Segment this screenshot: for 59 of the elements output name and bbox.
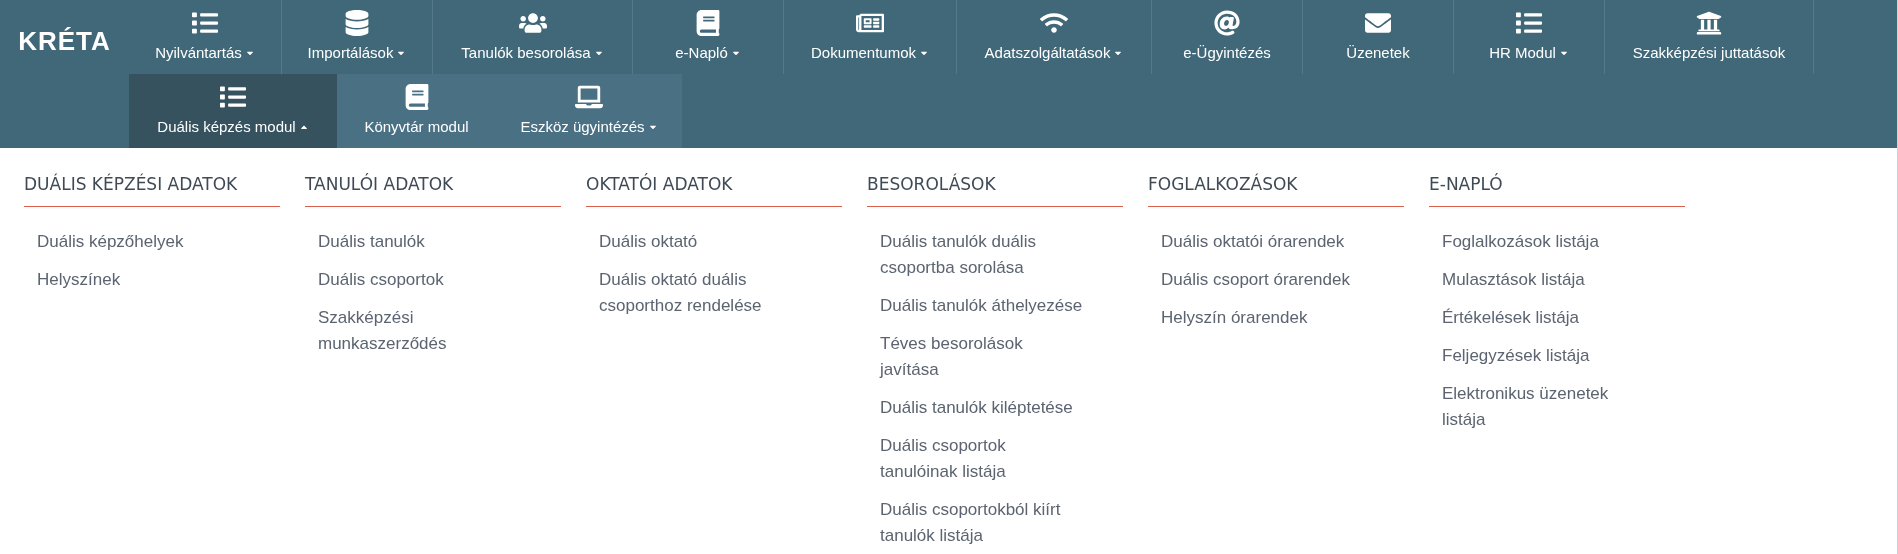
menu-link[interactable]: Duális tanulók [318,228,521,255]
nav-label: Üzenetek [1346,42,1410,63]
nav-item[interactable]: Adatszolgáltatások [957,0,1152,74]
menu-link[interactable]: Szakképzési munkaszerződés [318,304,521,357]
nav-label: Nyilvántartás [155,42,242,63]
nav-label: Szakképzési juttatások [1632,42,1786,63]
menu-link[interactable]: Foglalkozások listája [1442,228,1645,255]
menu-link[interactable]: Feljegyzések listája [1442,342,1645,369]
nav-item[interactable]: Dokumentumok [784,0,957,74]
nav-label: Importálások [307,42,394,63]
menu-link[interactable]: Duális tanulók duális csoportba sorolása [880,228,1083,281]
nav-label: Könyvtár modul [364,116,469,137]
nav-label: Adatszolgáltatások [984,42,1111,63]
menu-link[interactable]: Mulasztások listája [1442,266,1645,293]
menu-link[interactable]: Elektronikus üzenetek listája [1442,380,1645,433]
nav-label: Dokumentumok [810,42,916,63]
database-icon [343,9,371,36]
menu-link[interactable]: Duális képzőhelyek [37,228,240,255]
nav-item[interactable]: Eszköz ügyintézés [496,74,682,148]
nav-item[interactable]: HR Modul [1454,0,1605,74]
menu-link[interactable]: Duális csoport órarendek [1161,266,1364,293]
nav-item[interactable]: Duális képzés modul [129,74,337,148]
menu-link[interactable]: Duális oktatói órarendek [1161,228,1364,255]
list-icon [1515,9,1543,36]
nav-label: Duális képzés modul [157,116,296,137]
at-sign-icon [1213,9,1241,36]
nav-label: HR Modul [1489,42,1556,63]
book-icon [694,9,722,36]
nav-label: e-Napló [675,42,728,63]
column-heading: E-NAPLÓ [1429,172,1685,207]
list-icon [191,9,219,36]
nav-item[interactable]: Üzenetek [1303,0,1454,74]
nav-item[interactable]: Könyvtár modul [337,74,496,148]
column-heading: DUÁLIS KÉPZÉSI ADATOK [24,172,280,207]
laptop-icon [575,83,603,110]
column-heading: FOGLALKOZÁSOK [1148,172,1404,207]
column-heading: OKTATÓI ADATOK [586,172,842,207]
menu-link[interactable]: Duális tanulók kiléptetése [880,394,1083,421]
menu-link[interactable]: Duális csoportokból kiírt tanulók listája [880,496,1083,549]
menu-link[interactable]: Duális tanulók áthelyezése [880,292,1083,319]
list-icon [219,83,247,110]
nav-label: Tanulók besorolása [461,42,591,63]
bank-building-icon [1695,9,1723,36]
logo[interactable]: KRÉTA [18,22,111,61]
column-heading: BESOROLÁSOK [867,172,1123,207]
menu-link[interactable]: Duális csoportok [318,266,521,293]
menu-link[interactable]: Helyszín órarendek [1161,304,1364,331]
menu-link[interactable]: Duális oktató duális csoporthoz rendelése [599,266,802,319]
nav-label: e-Ügyintézés [1183,42,1271,63]
nav-item[interactable]: e-Ügyintézés [1152,0,1303,74]
column-heading: TANULÓI ADATOK [305,172,561,207]
nav-label: Eszköz ügyintézés [520,116,645,137]
menu-link[interactable]: Duális csoportok tanulóinak listája [880,432,1083,485]
nav-item[interactable]: Szakképzési juttatások [1605,0,1814,74]
nav-item[interactable]: e-Napló [633,0,784,74]
menu-link[interactable]: Téves besorolások javítása [880,330,1083,383]
menu-link[interactable]: Duális oktató [599,228,802,255]
menu-link[interactable]: Értékelések listája [1442,304,1645,331]
menu-link[interactable]: Helyszínek [37,266,240,293]
